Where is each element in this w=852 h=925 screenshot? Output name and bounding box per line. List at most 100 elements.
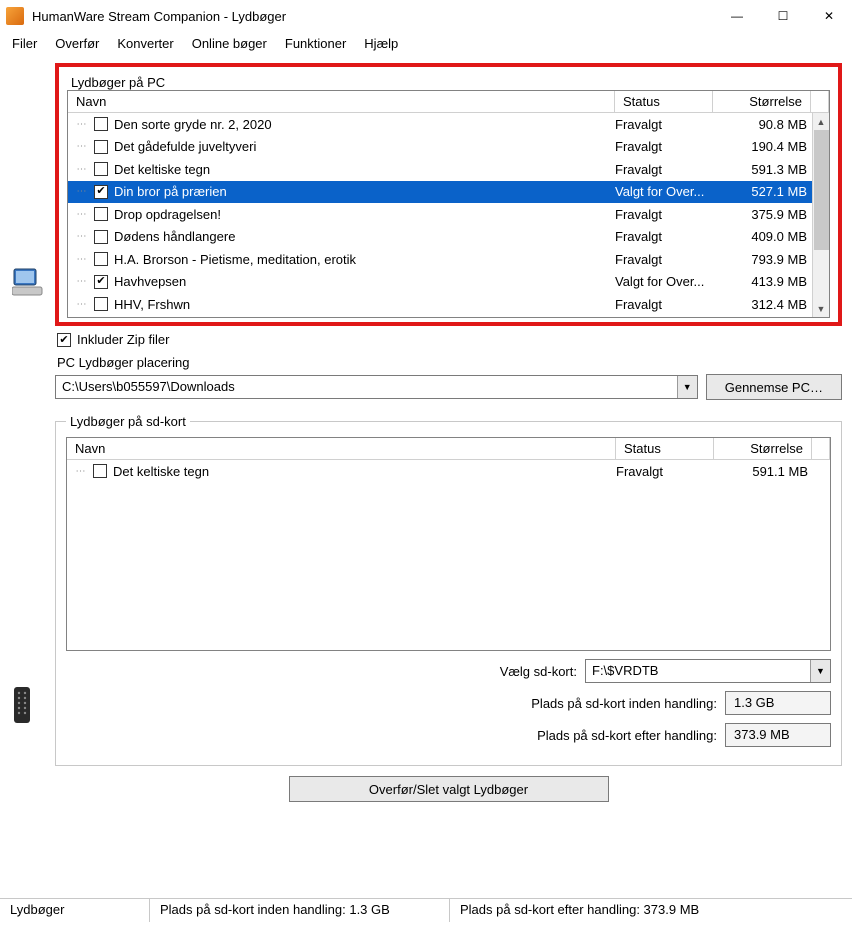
- tree-indent-icon: ⋯: [68, 164, 94, 175]
- scroll-thumb[interactable]: [814, 130, 829, 250]
- tree-indent-icon: ⋯: [68, 119, 94, 130]
- include-zip-checkbox[interactable]: ✔: [57, 333, 71, 347]
- table-row[interactable]: ⋯Den sorte gryde nr. 2, 2020Fravalgt90.8…: [68, 113, 829, 136]
- sd-drive-value: F:\$VRDTB: [586, 660, 810, 682]
- pc-grid: Navn Status Størrelse ⋯ Den sorte gryde n…: [67, 90, 830, 318]
- row-size: 409.0 MB: [713, 229, 811, 244]
- statusbar: Lydbøger Plads på sd-kort inden handling…: [0, 898, 852, 922]
- row-checkbox[interactable]: [94, 252, 108, 266]
- row-name: Det gådefulde juveltyveri: [114, 139, 615, 154]
- col-status[interactable]: Status: [615, 91, 713, 112]
- row-name: Den sorte gryde nr. 2, 2020: [114, 117, 615, 132]
- col-name[interactable]: Navn: [68, 91, 615, 112]
- table-row[interactable]: ⋯Det gådefulde juveltyveriFravalgt190.4 …: [68, 136, 829, 159]
- dropdown-icon[interactable]: ▼: [810, 660, 830, 682]
- sd-col-scroll-spacer: [812, 438, 830, 459]
- row-checkbox[interactable]: [93, 464, 107, 478]
- table-row[interactable]: ⋯ Dødens håndlangereFravalgt409.0 MB: [68, 226, 829, 249]
- app-icon: [6, 7, 24, 25]
- table-row[interactable]: ⋯Drop opdragelsen!Fravalgt375.9 MB: [68, 203, 829, 226]
- maximize-button[interactable]: ☐: [760, 0, 806, 32]
- menu-help[interactable]: Hjælp: [364, 36, 398, 51]
- col-scroll-spacer: [811, 91, 829, 112]
- computer-icon[interactable]: [12, 267, 44, 297]
- row-checkbox[interactable]: ✔: [94, 185, 108, 199]
- row-size: 413.9 MB: [713, 274, 811, 289]
- menu-online[interactable]: Online bøger: [192, 36, 267, 51]
- content: Lydbøger på PC Navn Status Størrelse ⋯De…: [0, 57, 852, 898]
- row-size: 591.1 MB: [714, 464, 812, 479]
- browse-pc-button[interactable]: Gennemse PC…: [706, 374, 842, 400]
- table-row[interactable]: ⋯HHV, FrshwnFravalgt312.4 MB: [68, 293, 829, 316]
- row-name: Dødens håndlangere: [114, 229, 615, 244]
- row-status: Fravalgt: [615, 252, 713, 267]
- col-size[interactable]: Størrelse: [713, 91, 811, 112]
- row-name: Din bror på prærien: [114, 184, 615, 199]
- row-checkbox[interactable]: ✔: [94, 275, 108, 289]
- menubar: Filer Overfør Konverter Online bøger Fun…: [0, 32, 852, 57]
- minimize-button[interactable]: ―: [714, 0, 760, 32]
- row-checkbox[interactable]: [94, 162, 108, 176]
- row-size: 375.9 MB: [713, 207, 811, 222]
- include-zip-label: Inkluder Zip filer: [77, 332, 169, 347]
- row-checkbox[interactable]: [94, 297, 108, 311]
- pc-location-label: PC Lydbøger placering: [57, 355, 842, 370]
- space-before-label: Plads på sd-kort inden handling:: [531, 696, 717, 711]
- sd-col-name[interactable]: Navn: [67, 438, 616, 459]
- table-row[interactable]: ⋯✔ HavhvepsenValgt for Over...413.9 MB: [68, 271, 829, 294]
- scroll-up-icon[interactable]: ▲: [813, 113, 829, 130]
- main-column: Lydbøger på PC Navn Status Størrelse ⋯De…: [55, 57, 852, 898]
- remote-icon[interactable]: [12, 687, 44, 717]
- row-status: Fravalgt: [615, 297, 713, 312]
- row-name: Det keltiske tegn: [114, 162, 615, 177]
- menu-functions[interactable]: Funktioner: [285, 36, 346, 51]
- row-checkbox[interactable]: [94, 207, 108, 221]
- status-space-before: Plads på sd-kort inden handling: 1.3 GB: [150, 899, 450, 922]
- table-row[interactable]: ⋯H.A. Brorson - Pietisme, meditation, er…: [68, 248, 829, 271]
- transfer-delete-button[interactable]: Overfør/Slet valgt Lydbøger: [289, 776, 609, 802]
- row-size: 312.4 MB: [713, 297, 811, 312]
- include-zip-row: ✔ Inkluder Zip filer: [57, 332, 842, 347]
- pc-location-value: C:\Users\b055597\Downloads: [56, 376, 677, 398]
- row-size: 793.9 MB: [713, 252, 811, 267]
- menu-transfer[interactable]: Overfør: [55, 36, 99, 51]
- pc-grid-body: ⋯Den sorte gryde nr. 2, 2020Fravalgt90.8…: [68, 113, 829, 317]
- window-title: HumanWare Stream Companion - Lydbøger: [32, 9, 714, 24]
- close-button[interactable]: ✕: [806, 0, 852, 32]
- row-status: Fravalgt: [616, 464, 714, 479]
- row-checkbox[interactable]: [94, 140, 108, 154]
- sd-col-status[interactable]: Status: [616, 438, 714, 459]
- action-row: Overfør/Slet valgt Lydbøger: [55, 776, 842, 802]
- sd-space-after-row: Plads på sd-kort efter handling: 373.9 M…: [66, 723, 831, 747]
- pc-below-grid: ✔ Inkluder Zip filer PC Lydbøger placeri…: [55, 332, 842, 400]
- tree-indent-icon: ⋯: [68, 231, 94, 242]
- sd-grid-header: Navn Status Størrelse: [67, 438, 830, 460]
- row-checkbox[interactable]: [94, 230, 108, 244]
- row-name: HHV, Frshwn: [114, 297, 615, 312]
- row-size: 190.4 MB: [713, 139, 811, 154]
- tree-indent-icon: ⋯: [68, 276, 94, 287]
- sd-controls: Vælg sd-kort: F:\$VRDTB ▼ Plads på sd-ko…: [66, 659, 831, 747]
- menu-file[interactable]: Filer: [12, 36, 37, 51]
- row-status: Valgt for Over...: [615, 274, 713, 289]
- scroll-down-icon[interactable]: ▼: [813, 300, 829, 317]
- space-after-label: Plads på sd-kort efter handling:: [537, 728, 717, 743]
- pc-location-combo[interactable]: C:\Users\b055597\Downloads ▼: [55, 375, 698, 399]
- table-row[interactable]: ⋯✔Din bror på prærienValgt for Over...52…: [68, 181, 829, 204]
- pc-group-legend: Lydbøger på PC: [67, 75, 169, 90]
- dropdown-icon[interactable]: ▼: [677, 376, 697, 398]
- table-row[interactable]: ⋯ Det keltiske tegnFravalgt591.3 MB: [68, 158, 829, 181]
- pc-audiobooks-group: Lydbøger på PC Navn Status Størrelse ⋯De…: [67, 75, 830, 318]
- sd-drive-combo[interactable]: F:\$VRDTB ▼: [585, 659, 831, 683]
- menu-convert[interactable]: Konverter: [117, 36, 173, 51]
- sd-col-size[interactable]: Størrelse: [714, 438, 812, 459]
- row-size: 591.3 MB: [713, 162, 811, 177]
- row-status: Fravalgt: [615, 162, 713, 177]
- tree-indent-icon: ⋯: [68, 209, 94, 220]
- pc-path-row: C:\Users\b055597\Downloads ▼ Gennemse PC…: [55, 374, 842, 400]
- row-status: Fravalgt: [615, 229, 713, 244]
- row-name: Havhvepsen: [114, 274, 615, 289]
- table-row[interactable]: ⋯Det keltiske tegnFravalgt591.1 MB: [67, 460, 830, 483]
- pc-scrollbar[interactable]: ▲ ▼: [812, 113, 829, 317]
- row-checkbox[interactable]: [94, 117, 108, 131]
